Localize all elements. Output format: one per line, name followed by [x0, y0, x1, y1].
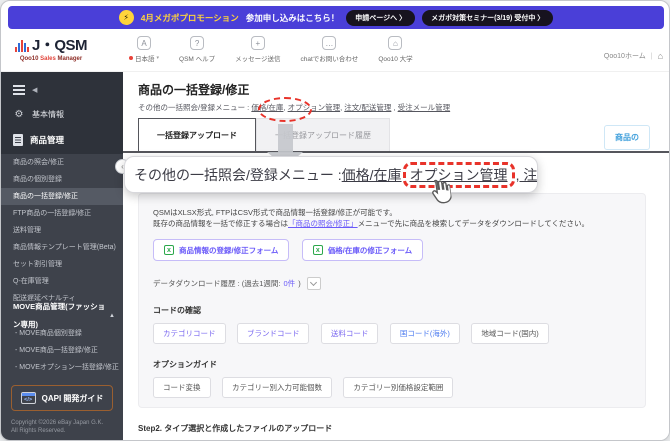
link-product-search-edit[interactable]: 「商品の照会/修正」 [288, 219, 358, 228]
sidebar-item-basic-info[interactable]: ⚙ 基本情報 [1, 102, 123, 126]
magnified-callout: その他の一括照会/登録メニュー : 価格/在庫 オプション管理, 注 [124, 156, 538, 193]
store-icon[interactable]: ⌂ [658, 51, 663, 61]
link-order-mail[interactable]: 受注メール管理 [398, 103, 451, 112]
language-icon: A [137, 36, 151, 50]
price-stock-form-button[interactable]: x 価格/在庫の修正フォーム [301, 239, 424, 261]
sidebar-section-move-management[interactable]: MOVE商品管理(ファッション専用) ▲ [1, 302, 123, 329]
main-content: 商品の一括登録/修正 その他の一括照会/登録メニュー : 価格/在庫, オプショ… [123, 72, 669, 440]
help-icon: ? [190, 36, 205, 50]
gear-icon: ⚙ [14, 108, 24, 120]
sidebar-item-product-search-edit[interactable]: 商品の照会/修正 [1, 154, 123, 171]
step1-panel: QSMはXLSX形式, FTPはCSV形式で商品情報一括登録/修正が可能です。 … [138, 193, 646, 408]
nav-qsm-help[interactable]: ? QSM ヘルプ [179, 36, 215, 63]
jqsm-logo[interactable]: J・QSM Qoo10 Sales Manager [15, 34, 88, 62]
sidebar-item-shipping-management[interactable]: 送料管理 [1, 222, 123, 239]
category-code-button[interactable]: カテゴリコード [153, 323, 226, 344]
seminar-button[interactable]: メガポ対策セミナー(3/19) 受付中 〉 [422, 9, 554, 26]
logo-subtitle: Qoo10 Sales Manager [19, 56, 83, 62]
logo-bars-icon [15, 40, 29, 55]
download-history-expand-button[interactable] [306, 277, 321, 290]
chat-icon: … [322, 36, 337, 50]
app-header: J・QSM Qoo10 Sales Manager A 日本語 ▾ ? QSM ヘ… [1, 29, 669, 72]
code-convert-button[interactable]: コード変換 [153, 377, 211, 398]
sidebar-item-product-bulk-register-edit[interactable]: 商品の一括登録/修正 [1, 188, 123, 205]
download-history-row: データダウンロード履歴 : (過去1週間: 0件) [153, 277, 631, 290]
tab-bulk-upload[interactable]: 一括登録アップロード [138, 118, 256, 151]
nav-chat-contact[interactable]: … chatでお問い合わせ [301, 36, 358, 63]
callout-link-price-stock[interactable]: 価格/在庫 [342, 165, 402, 185]
qoo10-home-link[interactable]: Qoo10ホーム [604, 51, 646, 61]
collapse-icon: ◀ [32, 87, 38, 94]
message-icon: + [250, 36, 265, 50]
copyright-text: Copyright ©2026 eBay Japan G.K. All Righ… [11, 420, 104, 434]
callout-link-tail: , 注 [515, 166, 538, 183]
header-right-links: Qoo10ホーム | ⌂ [604, 51, 663, 61]
download-count: 0件 [283, 279, 296, 288]
region-code-button[interactable]: 地域コード(国内) [471, 323, 549, 344]
chevron-down-icon [310, 278, 318, 287]
school-icon: ⌂ [388, 36, 403, 50]
divider: | [650, 52, 653, 60]
info-line-2: 既存の商品情報を一括で修正する場合は「商品の照会/修正」メニューで先に商品を検索… [153, 219, 589, 228]
sidebar-item-template-management[interactable]: 商品情報テンプレート管理(Beta) [1, 239, 123, 256]
collapse-up-icon: ▲ [109, 313, 115, 319]
zoom-arrow-annotation [278, 124, 293, 153]
sidebar-item-set-discount[interactable]: セット割引管理 [1, 256, 123, 273]
sidebar-item-move-option-bulk-register-edit[interactable]: - MOVEオプション一括登録/修正 [1, 359, 123, 376]
code-check-title: コードの確認 [153, 306, 201, 315]
option-guide-title: オプションガイド [153, 360, 217, 369]
logo-title: J・QSM [32, 37, 88, 54]
tab-bar: 一括登録アップロード 一括登録アップロード履歴 [138, 118, 390, 151]
chevron-down-icon: ▾ [156, 55, 160, 61]
category-price-range-button[interactable]: カテゴリー別価格設定範囲 [343, 377, 454, 398]
product-side-button[interactable]: 商品の [604, 125, 650, 150]
nav-qoo10-university[interactable]: ⌂ Qoo10 大学 [378, 36, 413, 63]
brand-code-button[interactable]: ブランドコード [236, 323, 310, 344]
guide-buttons-row: コード変換 カテゴリー別入力可能個数 カテゴリー別価格設定範囲 [153, 370, 631, 398]
apply-page-button[interactable]: 申請ページへ 〉 [346, 9, 416, 26]
qapi-dev-guide-button[interactable]: </> QAPI 開発ガイド [11, 385, 113, 411]
app-window: ⚡ 4月メガポプロモーション 参加申し込みはこちら！ 申請ページへ 〉 メガポ対… [0, 0, 670, 441]
form-buttons-row: x 商品情報の登録/修正フォーム x 価格/在庫の修正フォーム [153, 229, 631, 261]
hand-cursor-icon [427, 177, 453, 211]
red-dashed-box-annotation: オプション管理 [402, 161, 515, 188]
sidebar-item-ftp-bulk-register-edit[interactable]: FTP商品の一括登録/修正 [1, 205, 123, 222]
callout-link-option-management[interactable]: オプション管理 [410, 167, 508, 183]
notification-dot [129, 56, 133, 60]
info-line-1: QSMはXLSX形式, FTPはCSV形式で商品情報一括登録/修正が可能です。 [153, 208, 397, 217]
promo-title: 4月メガポプロモーション [140, 12, 239, 23]
step2-title: Step2. タイプ選択と作成したファイルのアップロード [138, 424, 333, 433]
megapo-badge-icon: ⚡ [118, 10, 134, 25]
tab-divider-line [123, 151, 669, 153]
sidebar-item-product-individual-register[interactable]: 商品の個別登録 [1, 171, 123, 188]
excel-icon: x [164, 245, 174, 255]
nav-message-send[interactable]: + メッセージ送信 [235, 36, 281, 63]
nav-language[interactable]: A 日本語 ▾ [129, 36, 159, 63]
excel-icon: x [312, 245, 323, 255]
sidebar: ◀ ⚙ 基本情報 商品管理 商品の照会/修正 商品の個別登録 商品の一括登録/修… [1, 72, 123, 440]
sidebar-menu-toggle[interactable]: ◀ [1, 78, 123, 102]
document-icon [13, 134, 23, 146]
promo-subtitle: 参加申し込みはこちら！ [245, 12, 340, 23]
link-order-delivery[interactable]: 注文/配送管理 [344, 103, 391, 112]
hamburger-icon [13, 85, 25, 95]
sidebar-section-product-management[interactable]: 商品管理 [1, 126, 123, 154]
category-input-limit-button[interactable]: カテゴリー別入力可能個数 [221, 377, 332, 398]
sidebar-item-move-bulk-register-edit[interactable]: - MOVE商品一括登録/修正 [1, 342, 123, 359]
promo-banner: ⚡ 4月メガポプロモーション 参加申し込みはこちら！ 申請ページへ 〉 メガポ対… [8, 6, 664, 29]
code-buttons-row: カテゴリコード ブランドコード 送料コード 国コード(海外) 地域コード(国内) [153, 316, 631, 344]
page-title: 商品の一括登録/修正 [138, 83, 250, 97]
red-dashed-circle-annotation [258, 97, 312, 122]
header-nav: A 日本語 ▾ ? QSM ヘルプ + メッセージ送信 … chatでお問い合わせ… [129, 36, 413, 63]
product-info-form-button[interactable]: x 商品情報の登録/修正フォーム [153, 239, 290, 261]
sidebar-item-q-inventory[interactable]: Q-在庫管理 [1, 273, 123, 290]
shipping-code-button[interactable]: 送料コード [320, 323, 379, 344]
code-window-icon: </> [20, 392, 36, 404]
tab-bulk-upload-history[interactable]: 一括登録アップロード履歴 [256, 118, 390, 151]
country-code-button[interactable]: 国コード(海外) [389, 323, 460, 344]
